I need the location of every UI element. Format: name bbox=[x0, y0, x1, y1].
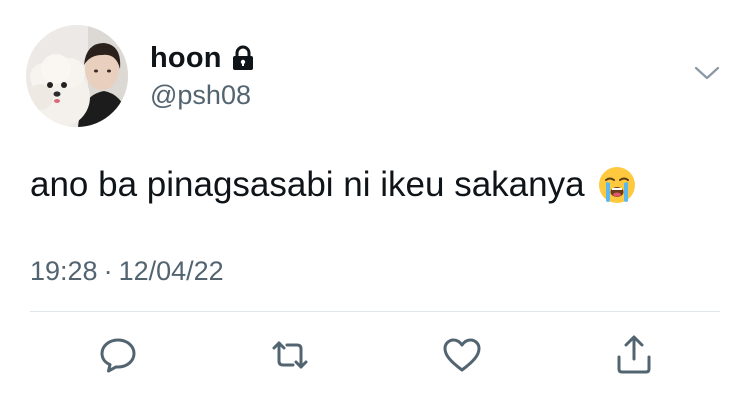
chevron-down-icon[interactable] bbox=[692, 62, 722, 84]
tweet-text-row: ano ba pinagsasabi ni ikeu sakanya bbox=[30, 165, 637, 205]
avatar[interactable] bbox=[26, 25, 128, 127]
tweet-card: hoon @psh08 ano ba pinagsasabi ni ikeu s… bbox=[0, 0, 750, 401]
share-icon[interactable] bbox=[612, 333, 656, 377]
tweet-time: 19:28 bbox=[30, 256, 98, 286]
display-name-row: hoon bbox=[150, 40, 255, 76]
retweet-icon[interactable] bbox=[268, 333, 312, 377]
meta-separator: · bbox=[103, 256, 113, 286]
lock-icon bbox=[231, 45, 255, 71]
display-name[interactable]: hoon bbox=[150, 42, 222, 75]
action-bar bbox=[0, 333, 750, 377]
avatar-photo bbox=[26, 25, 128, 127]
loudly-crying-face-emoji bbox=[597, 165, 637, 205]
reply-icon[interactable] bbox=[96, 333, 140, 377]
heart-icon[interactable] bbox=[440, 333, 484, 377]
tweet-timestamp[interactable]: 19:28 · 12/04/22 bbox=[30, 256, 224, 287]
tweet-date: 12/04/22 bbox=[118, 256, 224, 286]
user-handle[interactable]: @psh08 bbox=[150, 80, 251, 111]
tweet-text: ano ba pinagsasabi ni ikeu sakanya bbox=[30, 165, 585, 204]
divider bbox=[30, 311, 720, 312]
